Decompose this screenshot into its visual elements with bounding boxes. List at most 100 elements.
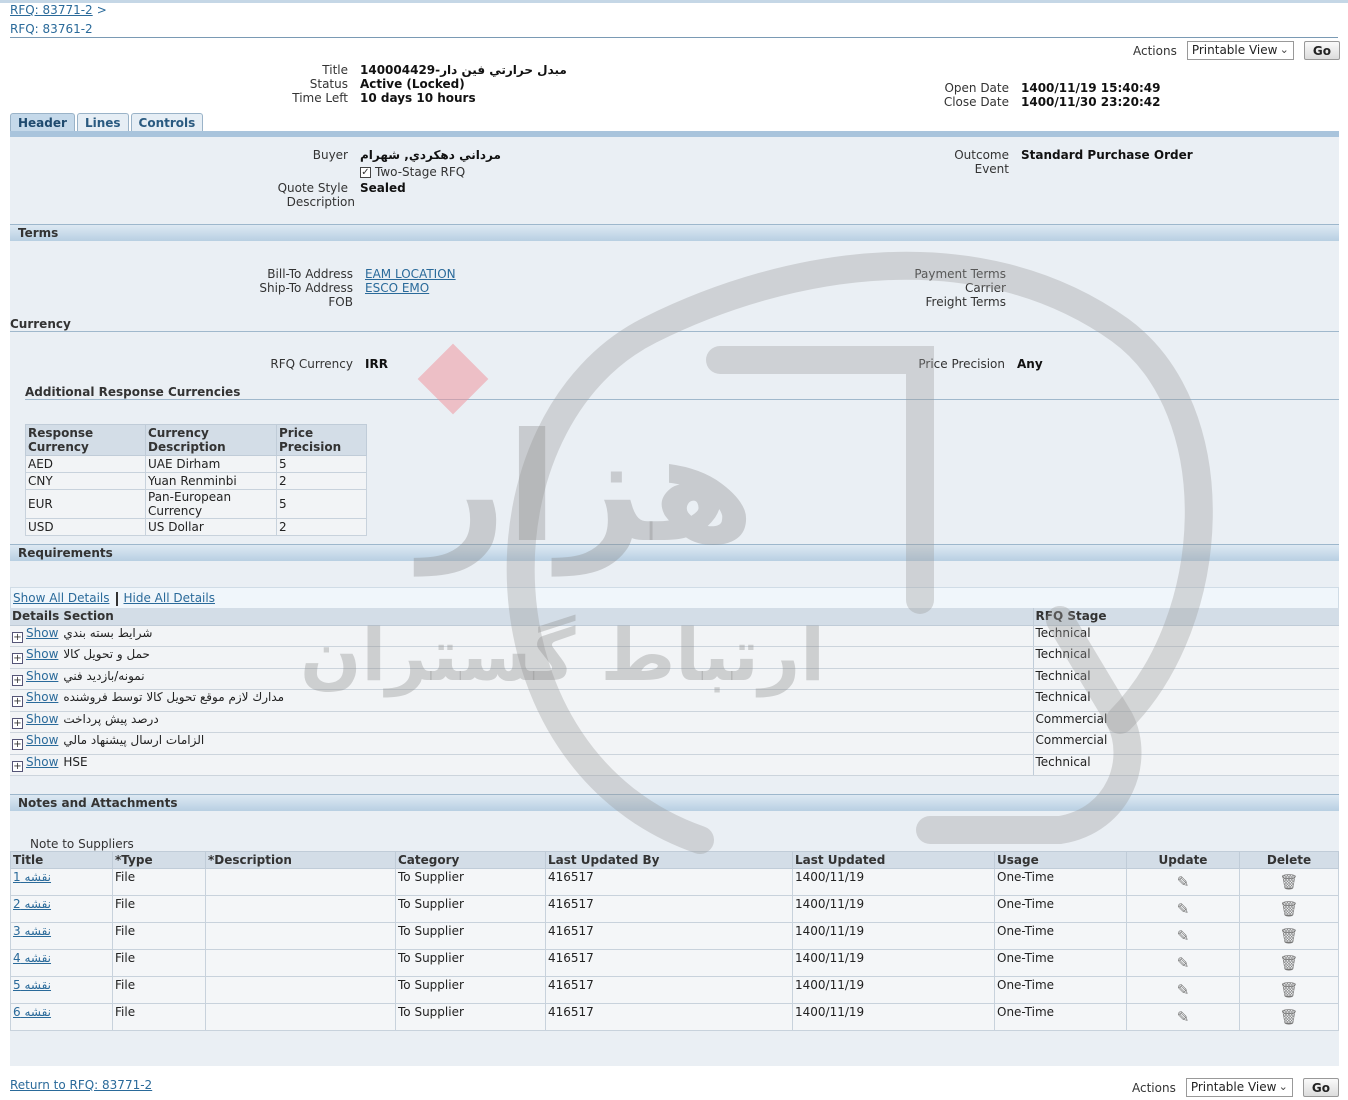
show-link[interactable]: Show xyxy=(26,712,58,726)
show-link[interactable]: Show xyxy=(26,690,58,704)
table-cell: To Supplier xyxy=(395,949,546,977)
tab-lines[interactable]: Lines xyxy=(76,113,129,133)
go-button[interactable]: Go xyxy=(1303,41,1340,60)
outcome-label: Outcome xyxy=(954,148,1009,162)
show-link[interactable]: Show xyxy=(26,647,58,661)
rfq-stage: Technical xyxy=(1032,668,1339,690)
attachment-title-link[interactable]: نقشه 6 xyxy=(13,1005,51,1019)
show-link[interactable]: Show xyxy=(26,733,58,747)
return-link[interactable]: Return to RFQ: 83771-2 xyxy=(10,1078,152,1092)
actions-select[interactable]: Printable View ⌄ xyxy=(1186,41,1294,60)
attachment-title-link[interactable]: نقشه 2 xyxy=(13,897,51,911)
pencil-icon[interactable]: ✎ xyxy=(1126,976,1240,1004)
ship-to-link[interactable]: ESCO EMO xyxy=(365,281,429,295)
rfq-currency-value: IRR xyxy=(365,357,388,371)
expand-icon[interactable]: + xyxy=(12,760,23,772)
table-row: + Show نمونه/بازديد فني Technical xyxy=(10,668,1339,690)
column-header: Response Currency xyxy=(25,424,146,456)
page-title: RFQ: 83761-2 xyxy=(10,22,93,36)
trash-icon[interactable]: 🗑 xyxy=(1239,922,1339,950)
pencil-icon[interactable]: ✎ xyxy=(1126,868,1240,896)
pencil-icon[interactable]: ✎ xyxy=(1126,949,1240,977)
breadcrumb-separator: > xyxy=(96,3,107,17)
terms-section-header: Terms xyxy=(10,224,1339,241)
table-cell: US Dollar xyxy=(145,518,277,536)
table-cell: File xyxy=(112,1003,206,1031)
table-row: نقشه 4 File To Supplier 416517 1400/11/1… xyxy=(10,949,1339,977)
rfq-stage: Technical xyxy=(1032,646,1339,669)
show-link[interactable]: Show xyxy=(26,669,58,683)
quote-style-value: Sealed xyxy=(360,181,406,195)
show-link[interactable]: Show xyxy=(26,626,58,640)
table-cell: 1400/11/19 xyxy=(792,1003,995,1031)
table-cell: 416517 xyxy=(545,1003,793,1031)
divider xyxy=(115,591,118,606)
table-cell: One-Time xyxy=(994,895,1127,923)
table-row: نقشه 3 File To Supplier 416517 1400/11/1… xyxy=(10,922,1339,950)
attachment-title-link[interactable]: نقشه 3 xyxy=(13,924,51,938)
table-cell: 2 xyxy=(276,518,367,536)
quote-style-label: Quote Style xyxy=(277,181,348,195)
status-label: Status xyxy=(309,77,348,91)
table-cell: 1400/11/19 xyxy=(792,949,995,977)
column-header: Title xyxy=(10,851,113,869)
expand-icon[interactable]: + xyxy=(12,696,23,707)
trash-icon[interactable]: 🗑 xyxy=(1239,1003,1339,1031)
rfq-stage: Technical xyxy=(1032,625,1339,647)
table-cell: To Supplier xyxy=(395,895,546,923)
expand-icon[interactable]: + xyxy=(12,717,23,729)
tab-header[interactable]: Header xyxy=(10,113,75,133)
pencil-icon[interactable]: ✎ xyxy=(1126,922,1240,950)
pencil-icon[interactable]: ✎ xyxy=(1126,1003,1240,1031)
table-cell: File xyxy=(112,949,206,977)
attachments-table: Title *Type *Description Category Last U… xyxy=(10,851,1339,1031)
expand-icon[interactable]: + xyxy=(12,674,23,686)
fob-label: FOB xyxy=(328,295,353,309)
note-to-suppliers-label: Note to Suppliers xyxy=(30,837,134,851)
table-row: نقشه 6 File To Supplier 416517 1400/11/1… xyxy=(10,1003,1339,1031)
table-cell: One-Time xyxy=(994,949,1127,977)
actions-bar-top: Actions Printable View ⌄ Go xyxy=(1133,41,1340,60)
column-header: *Description xyxy=(205,851,396,869)
title-divider xyxy=(10,37,1338,38)
pencil-icon[interactable]: ✎ xyxy=(1126,895,1240,923)
bill-to-link[interactable]: EAM LOCATION xyxy=(365,267,456,281)
requirements-table: Details Section RFQ Stage + Show شرايط بس… xyxy=(10,608,1339,776)
two-stage-field: ✓ Two-Stage RFQ xyxy=(360,165,465,179)
column-header: RFQ Stage xyxy=(1032,608,1339,626)
freight-terms-label: Freight Terms xyxy=(925,295,1007,309)
expand-icon[interactable]: + xyxy=(12,653,23,664)
go-button[interactable]: Go xyxy=(1302,1078,1339,1097)
tab-controls[interactable]: Controls xyxy=(130,113,204,133)
show-link[interactable]: Show xyxy=(26,755,58,769)
table-row: EUR Pan-European Currency 5 xyxy=(25,489,367,519)
table-cell: 1400/11/19 xyxy=(792,976,995,1004)
currency-divider xyxy=(10,331,1339,332)
attachment-title-link[interactable]: نقشه 4 xyxy=(13,951,51,965)
hide-all-details-link[interactable]: Hide All Details xyxy=(124,591,215,605)
actions-select[interactable]: Printable View ⌄ xyxy=(1185,1078,1293,1097)
table-cell: 416517 xyxy=(545,895,793,923)
show-all-details-link[interactable]: Show All Details xyxy=(13,591,110,605)
table-cell xyxy=(205,976,396,1004)
trash-icon[interactable]: 🗑 xyxy=(1239,949,1339,977)
expand-icon[interactable]: + xyxy=(12,739,23,750)
expand-icon[interactable]: + xyxy=(12,631,23,643)
actions-label: Actions xyxy=(1133,43,1177,58)
section-name: درصد پيش پرداخت xyxy=(63,711,159,726)
rfq-stage: Technical xyxy=(1032,689,1339,712)
open-date-label: Open Date xyxy=(944,81,1009,95)
attachment-title-link[interactable]: نقشه 5 xyxy=(13,978,51,992)
breadcrumb-link[interactable]: RFQ: 83771-2 xyxy=(10,3,93,17)
table-cell: One-Time xyxy=(994,976,1127,1004)
attachment-title-link[interactable]: نقشه 1 xyxy=(13,870,51,884)
outcome-value: Standard Purchase Order xyxy=(1021,148,1193,162)
table-cell: One-Time xyxy=(994,868,1127,896)
trash-icon[interactable]: 🗑 xyxy=(1239,868,1339,896)
two-stage-checkbox[interactable]: ✓ xyxy=(360,166,371,178)
table-cell: Yuan Renminbi xyxy=(145,472,277,490)
table-cell: 5 xyxy=(276,455,367,473)
trash-icon[interactable]: 🗑 xyxy=(1239,895,1339,923)
section-name: HSE xyxy=(63,754,88,769)
trash-icon[interactable]: 🗑 xyxy=(1239,976,1339,1004)
